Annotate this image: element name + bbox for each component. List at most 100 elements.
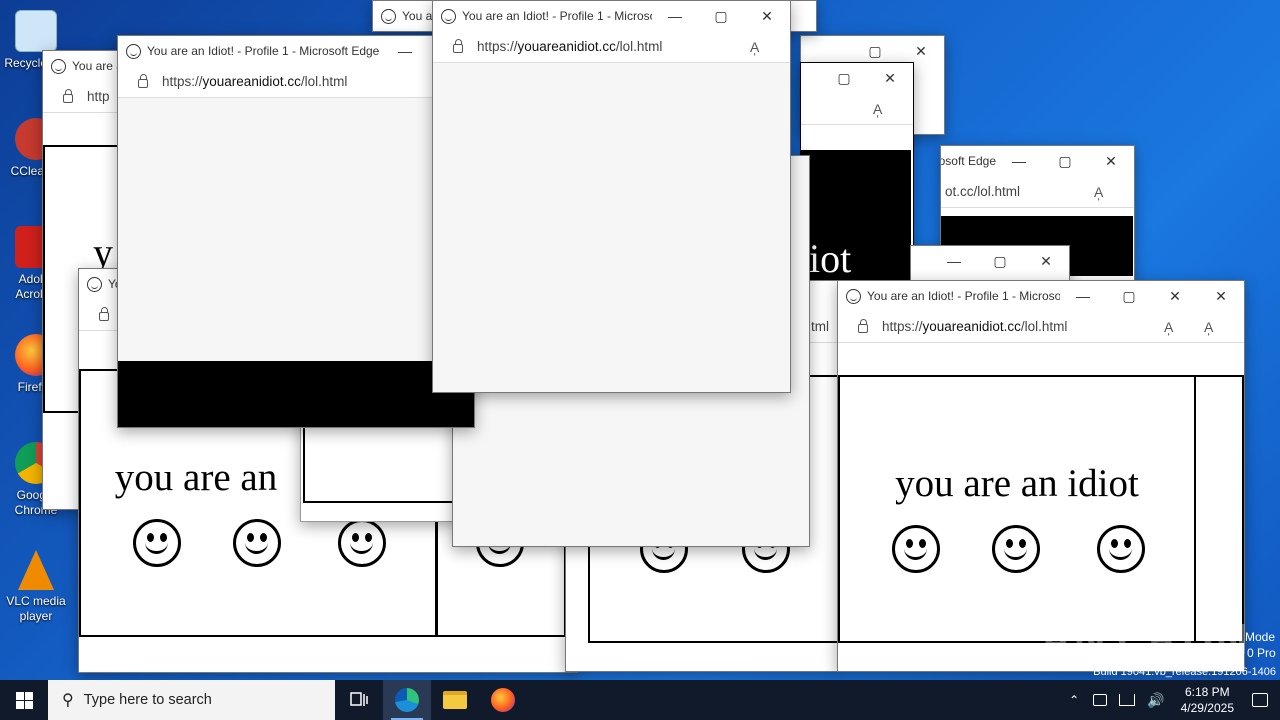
lock-icon: [453, 39, 463, 53]
taskbar-search-box[interactable]: ⚲ Type here to search: [48, 680, 335, 720]
smiley-icon: [338, 519, 386, 567]
anyrun-watermark: ANY.RUN: [1040, 615, 1250, 664]
smiley-favicon-icon: [51, 58, 66, 74]
window-title: You are an Idiot! - Profile 1 - Microsof…: [147, 44, 380, 58]
read-aloud-icon[interactable]: A̩: [873, 101, 913, 117]
watermark-edition: 0 Pro: [1247, 646, 1276, 660]
smiley-icon: [233, 519, 281, 567]
maximize-icon[interactable]: ▢: [821, 63, 867, 93]
url-scheme: https://: [477, 39, 518, 54]
lock-icon: [858, 319, 868, 333]
maximize-icon[interactable]: ▢: [698, 1, 744, 31]
smiley-favicon-icon: [87, 276, 102, 292]
maximize-icon[interactable]: ▢: [1042, 146, 1088, 176]
url-domain: youareanidiot.cc: [202, 74, 301, 89]
browser-window[interactable]: — ▢ ✕: [910, 245, 1070, 285]
address-bar[interactable]: https://youareanidiot.cc/lol.html: [118, 66, 474, 98]
title-bar[interactable]: — ▢ ✕: [911, 246, 1069, 276]
page-content: [433, 63, 790, 392]
url-text[interactable]: https://youareanidiot.cc/lol.html: [882, 319, 1164, 334]
search-icon: ⚲: [62, 692, 74, 709]
maximize-icon[interactable]: ▢: [1106, 281, 1152, 311]
url-scheme: https://: [162, 74, 203, 89]
firefox-icon: [491, 688, 515, 712]
folder-icon: [443, 691, 467, 709]
address-bar[interactable]: A̩: [801, 93, 913, 125]
title-bar[interactable]: You are an Idiot! - Profile 1 - Microsof…: [838, 281, 1244, 311]
clock[interactable]: 6:18 PM 4/29/2025: [1181, 684, 1234, 716]
notification-icon[interactable]: [1252, 693, 1268, 707]
browser-window[interactable]: You are an Idiot! - Profile 1 - Microsof…: [837, 280, 1245, 672]
close-icon[interactable]: ✕: [867, 63, 913, 93]
minimize-icon[interactable]: —: [931, 246, 977, 276]
maximize-icon[interactable]: ▢: [977, 246, 1023, 276]
smiley-favicon-icon: [846, 288, 861, 304]
url-path: /lol.html: [615, 39, 663, 54]
close-icon[interactable]: ✕: [1088, 146, 1134, 176]
smiley-favicon-icon: [441, 8, 456, 24]
idiot-box: [303, 421, 459, 503]
title-bar[interactable]: ▢ ✕: [801, 63, 913, 93]
title-bar[interactable]: You are an Idiot! - Profile 1 - Microsof…: [118, 36, 474, 66]
read-aloud-icon[interactable]: A̩: [1164, 319, 1204, 335]
url-domain: youareanidiot.cc: [517, 39, 616, 54]
window-title: You are an Idiot! - Profile 1 - Microsof…: [462, 9, 652, 23]
start-button[interactable]: [0, 680, 48, 720]
idiot-message: you are an idiot: [895, 462, 1139, 505]
taskbar: ⚲ Type here to search ⌃ 🔊 6:18 PM 4/29/2…: [0, 680, 1280, 720]
task-view-button[interactable]: [335, 680, 383, 720]
minimize-icon[interactable]: —: [996, 146, 1042, 176]
clock-date: 4/29/2025: [1180, 701, 1234, 715]
black-block: [118, 361, 474, 427]
network-icon[interactable]: [1119, 694, 1136, 706]
device-icon[interactable]: [1093, 694, 1108, 706]
task-view-icon: [350, 692, 368, 706]
title-bar[interactable]: You are an Idiot! - Profile 1 - Microsof…: [941, 146, 1134, 176]
desktop-icon-vlc[interactable]: VLC media player: [0, 550, 72, 624]
recycle-bin-icon: [15, 10, 57, 52]
read-aloud-icon[interactable]: A̩: [1204, 319, 1244, 335]
desktop: Recycle Bin CCleaner Adobe Acrobat Firef…: [0, 0, 1280, 680]
url-path: /lol.html: [1020, 319, 1068, 334]
desktop-icon-label: VLC media player: [6, 594, 66, 623]
title-bar[interactable]: You are an Idiot! - Profile 1 - Microsof…: [433, 1, 790, 31]
watermark-build: Build 19041.vb_release.191206-1406: [1093, 666, 1276, 678]
close-icon[interactable]: ✕: [1023, 246, 1069, 276]
minimize-icon[interactable]: —: [652, 1, 698, 31]
browser-window[interactable]: You are an Idiot! - Profile 1 - Microsof…: [432, 0, 791, 393]
chevron-up-icon[interactable]: ⌃: [1069, 693, 1079, 707]
close-icon[interactable]: ✕: [1152, 281, 1198, 311]
browser-window[interactable]: You are an Idiot! - Profile 1 - Microsof…: [117, 35, 475, 428]
windows-logo-icon: [15, 691, 33, 709]
close-icon[interactable]: ✕: [1198, 281, 1244, 311]
minimize-icon[interactable]: —: [382, 36, 428, 66]
search-placeholder: Type here to search: [83, 692, 212, 708]
address-bar[interactable]: ot.cc/lol.html A̩: [941, 176, 1134, 208]
close-icon[interactable]: ✕: [744, 1, 790, 31]
read-aloud-icon[interactable]: A̩: [1094, 184, 1134, 200]
taskbar-file-explorer[interactable]: [431, 680, 479, 720]
smiley-icon: [1097, 525, 1145, 573]
taskbar-edge[interactable]: [383, 680, 431, 720]
smiley-favicon-icon: [126, 43, 141, 59]
window-title: You are an Idiot! - Profile 1 - Microsof…: [867, 289, 1060, 303]
taskbar-firefox[interactable]: [479, 680, 527, 720]
smiley-favicon-icon: [381, 8, 396, 24]
idiot-box: [1194, 375, 1244, 643]
url-text[interactable]: https://youareanidiot.cc/lol.html: [477, 39, 750, 54]
read-aloud-icon[interactable]: A̩: [750, 39, 790, 55]
smiley-icon: [892, 525, 940, 573]
url-text[interactable]: tml: [811, 319, 835, 334]
url-text[interactable]: ot.cc/lol.html: [941, 184, 1094, 199]
url-domain: youareanidiot.cc: [922, 319, 1021, 334]
idiot-box: you are an idiot: [838, 375, 1196, 643]
lock-icon: [63, 89, 73, 103]
lock-icon: [99, 307, 109, 321]
volume-icon[interactable]: 🔊: [1147, 692, 1164, 709]
address-bar[interactable]: https://youareanidiot.cc/lol.html A̩ A̩: [838, 311, 1244, 343]
edge-icon: [395, 688, 419, 712]
minimize-icon[interactable]: —: [1060, 281, 1106, 311]
url-text[interactable]: https://youareanidiot.cc/lol.html: [162, 74, 474, 89]
address-bar[interactable]: https://youareanidiot.cc/lol.html A̩: [433, 31, 790, 63]
url-path: /lol.html: [300, 74, 348, 89]
